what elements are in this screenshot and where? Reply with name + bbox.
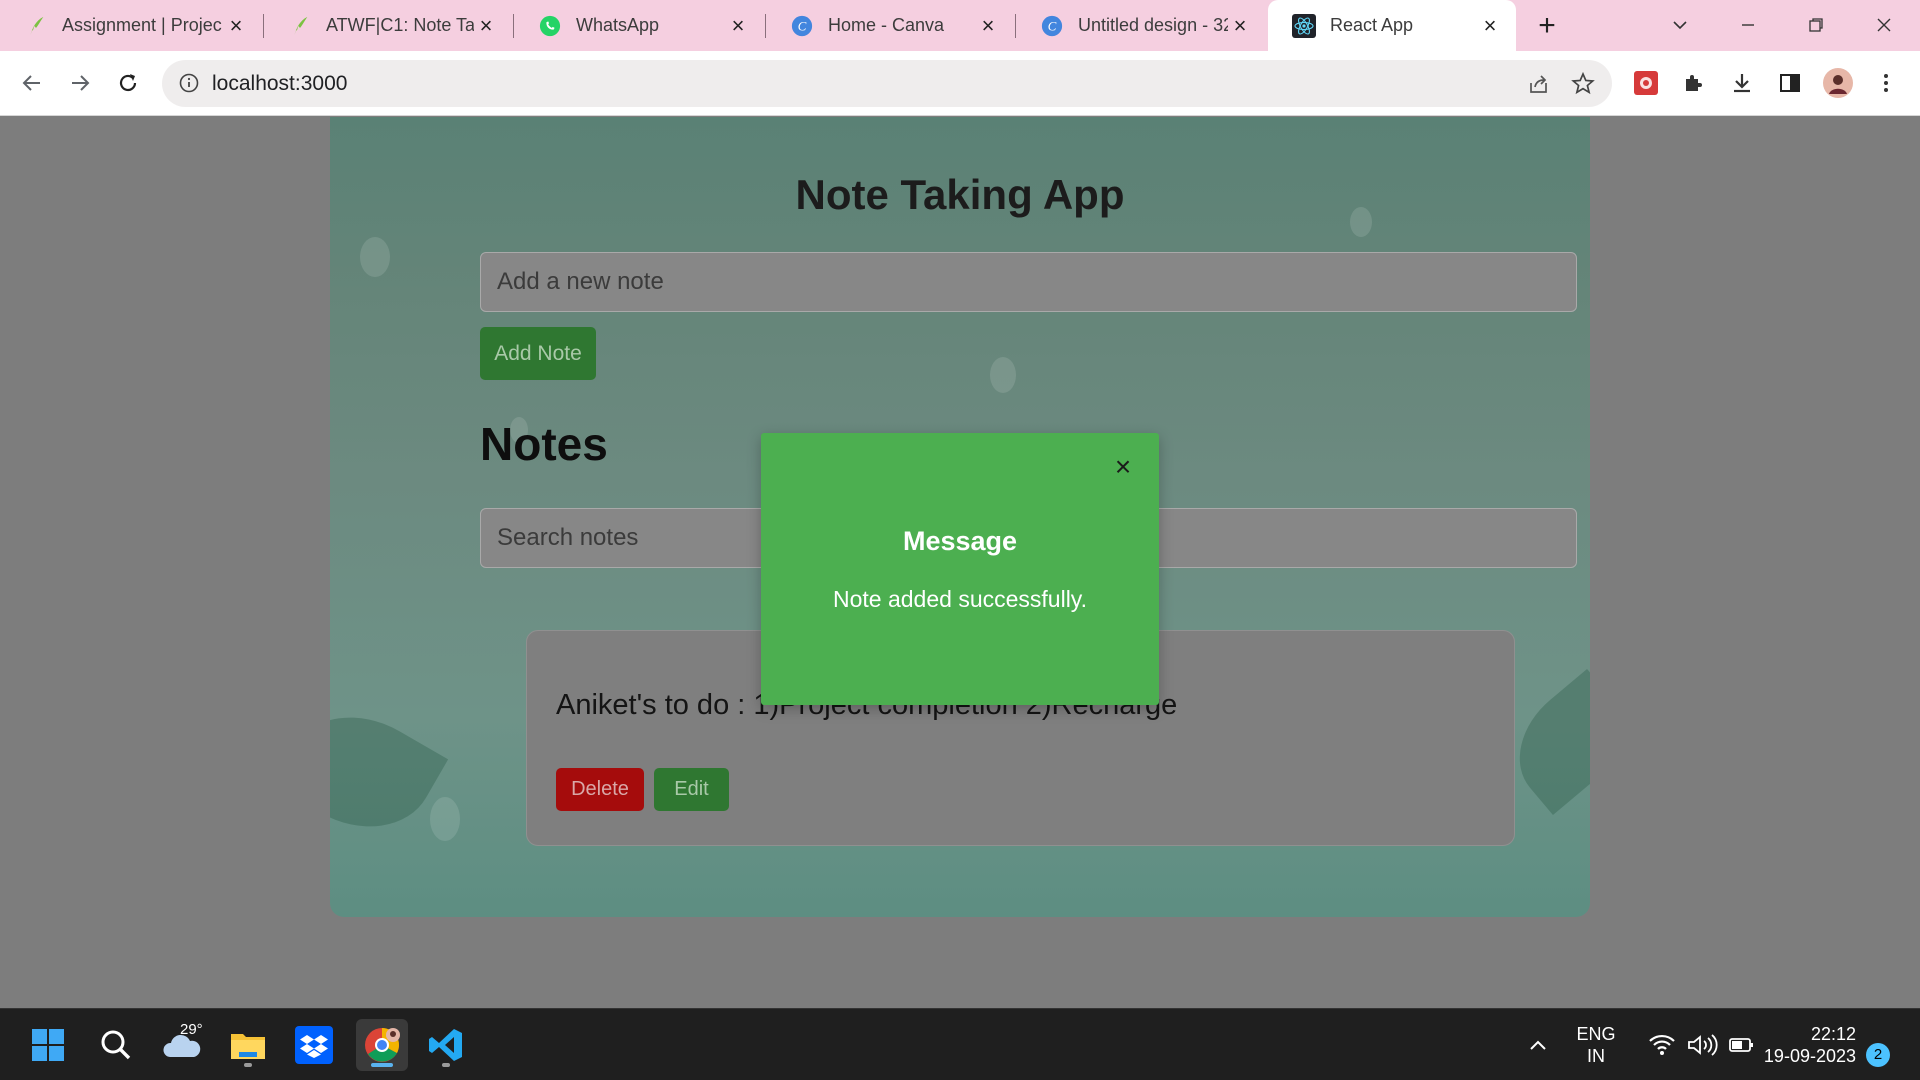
clock[interactable]: 22:12 19-09-2023	[1752, 1023, 1856, 1067]
search-icon[interactable]	[90, 1019, 142, 1071]
tab-strip: Assignment | Projec × ATWF|C1: Note Taki…	[0, 0, 1920, 51]
clock-time: 22:12	[1810, 1024, 1856, 1044]
region-code: IN	[1587, 1046, 1605, 1066]
close-icon[interactable]: ×	[976, 13, 1000, 38]
close-icon[interactable]: ×	[1478, 13, 1502, 38]
address-bar[interactable]: localhost:3000	[162, 60, 1612, 107]
tab-assignment[interactable]: Assignment | Projec ×	[0, 0, 262, 51]
react-icon	[1292, 13, 1316, 38]
running-indicator	[244, 1063, 252, 1067]
weather-temperature: 29°	[180, 1021, 203, 1038]
tab-react-app[interactable]: React App ×	[1268, 0, 1516, 51]
close-window-icon[interactable]	[1864, 8, 1904, 42]
feather-icon	[288, 14, 312, 38]
tab-whatsapp[interactable]: WhatsApp ×	[514, 0, 764, 51]
windows-start-icon[interactable]	[22, 1019, 74, 1071]
add-note-button[interactable]: Add Note	[480, 327, 596, 380]
tab-title: React App	[1330, 15, 1414, 35]
active-app-indicator	[371, 1063, 393, 1067]
canva-icon: C	[1040, 14, 1064, 38]
canva-icon: C	[790, 14, 814, 38]
taskbar: 29° ENG IN 22:12 19-09-2023 2	[0, 1008, 1920, 1080]
bookmark-star-icon[interactable]	[1570, 71, 1596, 97]
chevron-up-icon[interactable]	[1512, 1019, 1564, 1071]
language-indicator[interactable]: ENG IN	[1566, 1023, 1626, 1067]
tab-title: ATWF|C1: Note Taki	[326, 15, 474, 35]
profile-avatar-icon[interactable]	[1820, 65, 1856, 101]
menu-kebab-icon[interactable]	[1868, 65, 1904, 101]
tab-title: Home - Canva	[828, 15, 945, 35]
tab-title: WhatsApp	[576, 15, 660, 35]
background-decoration	[990, 357, 1016, 393]
tab-title: Assignment | Projec	[62, 15, 222, 35]
clock-date: 19-09-2023	[1763, 1046, 1856, 1066]
page-overlay-backdrop: Note Taking App Add Note Notes Aniket's …	[0, 117, 1920, 1008]
site-info-icon[interactable]	[178, 72, 200, 94]
volume-icon	[1688, 1034, 1718, 1056]
minimize-icon[interactable]	[1728, 8, 1768, 42]
whatsapp-icon	[538, 14, 562, 38]
extension-red-icon[interactable]	[1628, 65, 1664, 101]
close-icon[interactable]: ×	[224, 13, 248, 38]
feather-icon	[24, 14, 48, 38]
running-indicator	[442, 1063, 450, 1067]
svg-text:C: C	[798, 19, 807, 33]
restore-icon[interactable]	[1796, 8, 1836, 42]
close-icon[interactable]: ×	[1111, 453, 1135, 481]
vscode-icon[interactable]	[420, 1019, 472, 1071]
close-icon[interactable]: ×	[726, 13, 750, 38]
back-arrow-icon[interactable]	[14, 65, 50, 101]
new-tab-button[interactable]: +	[1530, 10, 1564, 44]
tab-canva-untitled[interactable]: C Untitled design - 32 ×	[1016, 0, 1266, 51]
tab-canva-home[interactable]: C Home - Canva ×	[766, 0, 1014, 51]
delete-note-button[interactable]: Delete	[556, 768, 644, 811]
close-icon[interactable]: ×	[1228, 13, 1252, 38]
page-title: Note Taking App	[795, 171, 1125, 218]
background-decoration	[330, 689, 449, 855]
notification-badge[interactable]: 2	[1866, 1043, 1890, 1067]
dropbox-icon[interactable]	[288, 1019, 340, 1071]
browser-toolbar: localhost:3000	[0, 51, 1920, 116]
notes-heading: Notes	[480, 418, 608, 470]
side-panel-icon[interactable]	[1772, 65, 1808, 101]
tab-atwf[interactable]: ATWF|C1: Note Taki ×	[264, 0, 512, 51]
tab-title: Untitled design - 32	[1078, 15, 1228, 35]
chrome-taskbar-icon[interactable]	[356, 1019, 408, 1071]
share-icon[interactable]	[1526, 71, 1552, 97]
language-code: ENG	[1576, 1024, 1616, 1044]
background-decoration	[360, 237, 390, 277]
download-icon[interactable]	[1724, 65, 1760, 101]
url-text: localhost:3000	[212, 72, 348, 95]
tab-search-chevron-icon[interactable]	[1660, 8, 1700, 42]
new-note-input[interactable]	[480, 252, 1577, 312]
message-modal: × Message Note added successfully.	[761, 433, 1159, 705]
wifi-icon	[1649, 1034, 1675, 1055]
reload-icon[interactable]	[110, 65, 146, 101]
background-decoration	[430, 797, 460, 841]
forward-arrow-icon[interactable]	[62, 65, 98, 101]
modal-message: Note added successfully.	[833, 586, 1087, 612]
extensions-puzzle-icon[interactable]	[1676, 65, 1712, 101]
modal-title: Message	[902, 526, 1018, 556]
edit-note-button[interactable]: Edit	[654, 768, 729, 811]
file-explorer-icon[interactable]	[222, 1019, 274, 1071]
svg-text:C: C	[1048, 19, 1057, 33]
close-icon[interactable]: ×	[474, 13, 498, 38]
